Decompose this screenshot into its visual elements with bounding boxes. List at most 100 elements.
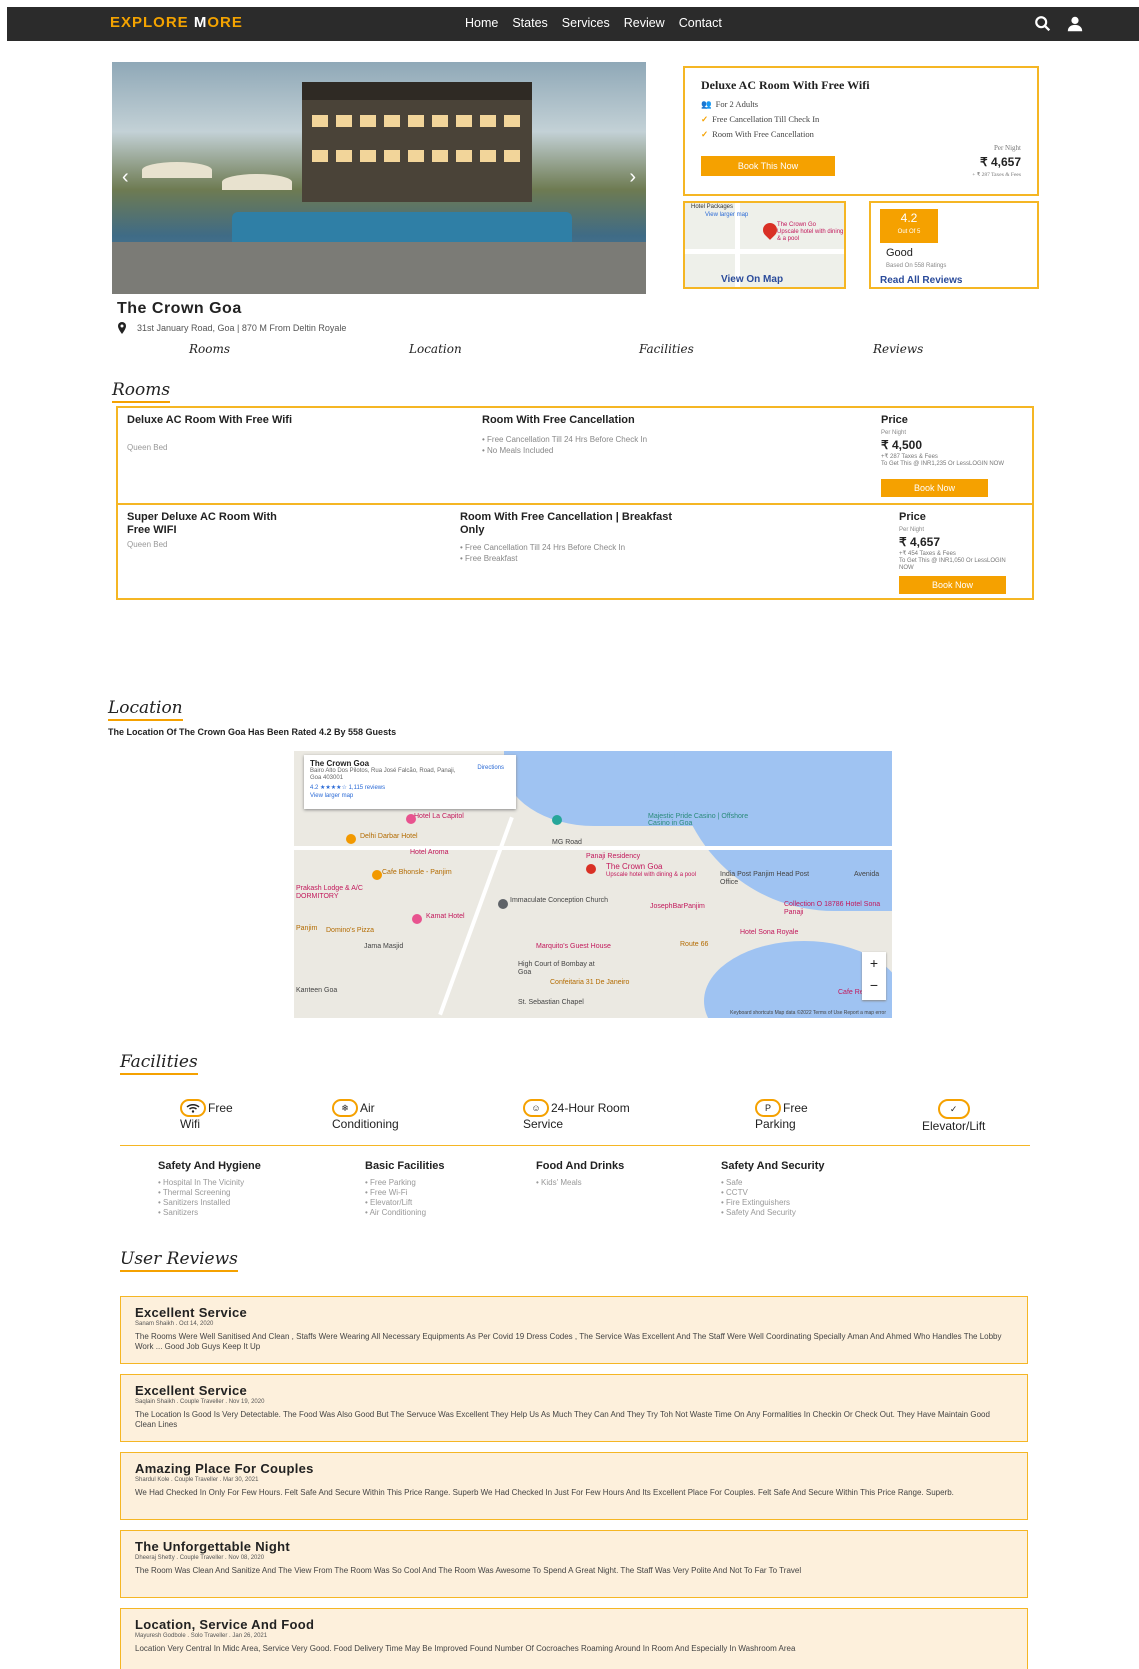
booking-room-title: Deluxe AC Room With Free Wifi: [701, 78, 870, 92]
nav-icons: [1034, 15, 1084, 33]
room-price: ₹ 4,500: [881, 438, 922, 452]
room-service-icon: ☺: [523, 1099, 549, 1117]
user-icon[interactable]: [1066, 15, 1084, 33]
map-place-label: JosephBarPanjim: [650, 903, 705, 910]
map-place-label: Delhi Darbar Hotel: [360, 833, 418, 840]
room-plan: Room With Free Cancellation | Breakfast …: [460, 511, 673, 536]
check-icon: ✓: [937, 1099, 970, 1119]
review-meta: Mayuresh Godbole . Solo Traveller . Jan …: [135, 1633, 268, 1639]
nav-link-home[interactable]: Home: [465, 16, 498, 30]
booking-feature: 👥 For 2 Adults: [701, 99, 759, 109]
facility-category: Safety And Hygiene Hospital In The Vicin…: [158, 1160, 261, 1218]
map-place-label: Cafe Bhonsle - Panjim: [382, 869, 452, 876]
mini-map[interactable]: Hotel Packages View larger map The Crown…: [683, 201, 846, 289]
rating-badge: 4.2 Out Of 5: [880, 209, 938, 243]
review-card: The Unforgettable Night Dheeraj Shetty .…: [120, 1530, 1028, 1598]
map-place-label: Panjim: [296, 925, 318, 932]
review-card: Excellent Service Saqlain Shaikh . Coupl…: [120, 1374, 1028, 1442]
carousel-next-icon[interactable]: ›: [629, 166, 636, 189]
hotel-packages-label: Hotel Packages: [691, 204, 734, 210]
place-info-card: The Crown Goa Bairo Alto Dos Pilotos, Ru…: [304, 755, 516, 809]
facility-category: Basic Facilities Free Parking Free Wi-Fi…: [365, 1160, 445, 1218]
view-larger-map-link[interactable]: View larger map: [705, 212, 748, 218]
zoom-in-icon[interactable]: +: [862, 952, 886, 974]
facility-item-elevator: ✓ Elevator/Lift: [922, 1099, 985, 1133]
wifi-icon: [180, 1099, 206, 1117]
map-place-label: Kamat Hotel: [426, 913, 465, 920]
map-place-label: Majestic Pride Casino | Offshore Casino …: [648, 813, 749, 827]
facility-item-parking: P Free Parking: [755, 1099, 808, 1131]
room-plan-features: • Free Cancellation Till 24 Hrs Before C…: [482, 435, 648, 455]
page: EXPLORE MORE Home States Services Review…: [0, 0, 1139, 1669]
map-marker-icon: [552, 815, 562, 825]
search-icon[interactable]: [1034, 15, 1052, 33]
book-now-button[interactable]: Book Now: [899, 576, 1006, 594]
rating-card: 4.2 Out Of 5 Good Based On 558 Ratings R…: [869, 201, 1039, 289]
view-on-map-link[interactable]: View On Map: [721, 274, 783, 285]
nav-link-review[interactable]: Review: [624, 16, 665, 30]
rating-based-on: Based On 558 Ratings: [886, 263, 947, 269]
zoom-out-icon[interactable]: −: [862, 974, 886, 996]
location-map[interactable]: The Crown Goa Bairo Alto Dos Pilotos, Ru…: [294, 751, 892, 1018]
booking-features: 👥 For 2 Adults ✓ Free Cancellation Till Ch…: [701, 99, 1021, 140]
map-footer: Keyboard shortcuts Map data ©2022 Terms …: [730, 1010, 886, 1016]
map-place-label: Prakash Lodge & A/C DORMITORY: [296, 885, 363, 900]
review-text: Location Very Central In Midc Area, Serv…: [135, 1644, 796, 1653]
room-row: Deluxe AC Room With Free Wifi Queen Bed …: [118, 408, 1032, 503]
per-night-label: Per Night: [881, 430, 907, 436]
room-taxes-offer: +₹ 454 Taxes & Fees To Get This @ INR1,05…: [899, 551, 1006, 571]
category-title: Safety And Hygiene: [158, 1160, 261, 1172]
map-place-label: St. Sebastian Chapel: [518, 999, 584, 1006]
category-item: Sanitizers: [158, 1208, 261, 1218]
deck-image: [112, 242, 646, 294]
facilities-heading: Facilities: [120, 1052, 198, 1075]
booking-price: ₹ 4,657: [980, 155, 1021, 169]
review-title: The Unforgettable Night: [135, 1539, 290, 1554]
directions-link[interactable]: Directions: [477, 765, 504, 771]
map-water: [674, 751, 892, 911]
map-place-label: Hotel La Capitol: [414, 813, 464, 820]
review-title: Amazing Place For Couples: [135, 1461, 314, 1476]
book-this-now-button[interactable]: Book This Now: [701, 156, 835, 176]
tab-rooms[interactable]: Rooms: [189, 342, 230, 356]
facility-category: Safety And Security Safe CCTV Fire Extin…: [721, 1160, 825, 1218]
room-plan-features: • Free Cancellation Till 24 Hrs Before C…: [460, 543, 626, 563]
map-place-label: High Court of Bombay at Goa: [518, 961, 595, 976]
category-item: Thermal Screening: [158, 1188, 261, 1198]
nav-link-contact[interactable]: Contact: [679, 16, 722, 30]
category-item: Safe: [721, 1178, 825, 1188]
tab-reviews[interactable]: Reviews: [873, 342, 923, 356]
user-reviews-heading: User Reviews: [120, 1249, 238, 1272]
category-title: Basic Facilities: [365, 1160, 445, 1172]
room-name: Deluxe AC Room With Free Wifi: [127, 414, 293, 426]
check-icon: ✓: [701, 114, 709, 124]
category-item: Sanitizers Installed: [158, 1198, 261, 1208]
map-place-label: Marquito's Guest House: [536, 943, 611, 950]
map-marker-icon: [372, 870, 382, 880]
nav-link-services[interactable]: Services: [562, 16, 610, 30]
category-item: Safety And Security: [721, 1208, 825, 1218]
tab-facilities[interactable]: Facilities: [639, 342, 694, 356]
map-marker-icon: [346, 834, 356, 844]
parking-icon: P: [755, 1099, 781, 1117]
rating-score: 4.2: [900, 211, 918, 225]
site-logo[interactable]: EXPLORE MORE: [110, 14, 243, 31]
category-item: Hospital In The Vicinity: [158, 1178, 261, 1188]
view-larger-map-link[interactable]: View larger map: [310, 793, 510, 799]
read-all-reviews-link[interactable]: Read All Reviews: [880, 275, 962, 286]
map-road: [294, 846, 892, 850]
review-text: The Rooms Were Well Sanitised And Clean …: [135, 1332, 1002, 1351]
nav-link-states[interactable]: States: [512, 16, 547, 30]
category-title: Safety And Security: [721, 1160, 825, 1172]
map-zoom-control[interactable]: + −: [862, 952, 886, 1000]
tab-location[interactable]: Location: [409, 342, 462, 356]
book-now-button[interactable]: Book Now: [881, 479, 988, 497]
rating-grade: Good: [886, 247, 913, 259]
rooms-table: Deluxe AC Room With Free Wifi Queen Bed …: [116, 406, 1034, 600]
map-place-label: Hotel Sona Royale: [740, 929, 799, 936]
category-item: Fire Extinguishers: [721, 1198, 825, 1208]
carousel-prev-icon[interactable]: ‹: [122, 166, 129, 189]
map-place-label: Immaculate Conception Church: [510, 897, 609, 904]
review-meta: Shardul Kole . Couple Traveller . Mar 30…: [135, 1477, 259, 1483]
review-card: Excellent Service Sanam Shaikh . Oct 14,…: [120, 1296, 1028, 1364]
